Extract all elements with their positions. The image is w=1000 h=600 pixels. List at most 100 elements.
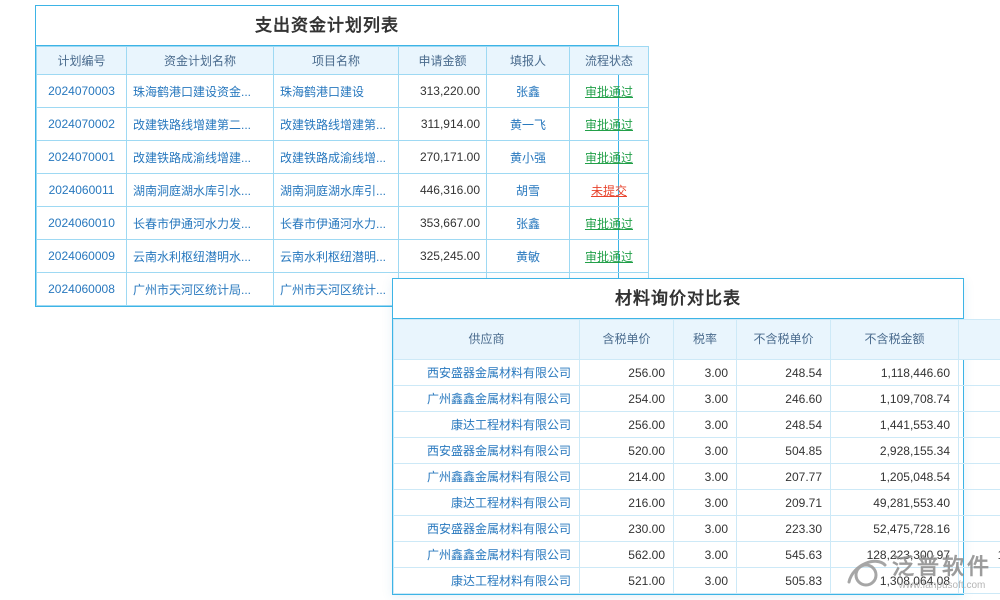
quote-row-cell-rate: 3.00 — [674, 490, 737, 516]
expense-row-cell-person[interactable]: 黄小强 — [487, 141, 570, 174]
quote-row-cell-rate: 3.00 — [674, 516, 737, 542]
expense-row-cell-id[interactable]: 2024060011 — [37, 174, 127, 207]
material-quote-panel: 材料询价对比表 供应商含税单价税率不含税单价不含税金额含税金额 西安盛器金属材料… — [392, 278, 964, 595]
quote-row-cell-price_tax: 230.00 — [580, 516, 674, 542]
quote-row-cell-supplier[interactable]: 西安盛器金属材料有限公司 — [394, 438, 580, 464]
expense-row-cell-status[interactable]: 审批通过 — [570, 141, 649, 174]
quote-col-header-4: 不含税金额 — [831, 320, 959, 360]
expense-row-cell-id[interactable]: 2024060010 — [37, 207, 127, 240]
expense-row-cell-status[interactable]: 审批通过 — [570, 240, 649, 273]
quote-row-cell-amount_tax: 3,016,000.00 — [959, 438, 1000, 464]
quote-row: 西安盛器金属材料有限公司520.003.00504.852,928,155.34… — [394, 438, 1000, 464]
quote-row-cell-rate: 3.00 — [674, 360, 737, 386]
quote-row-cell-rate: 3.00 — [674, 542, 737, 568]
quote-row-cell-price_notax: 209.71 — [737, 490, 831, 516]
expense-col-header-2: 项目名称 — [274, 47, 399, 75]
quote-row-cell-price_tax: 256.00 — [580, 412, 674, 438]
quote-col-header-2: 税率 — [674, 320, 737, 360]
quote-row-cell-price_tax: 520.00 — [580, 438, 674, 464]
expense-row-cell-person[interactable]: 胡雪 — [487, 174, 570, 207]
quote-row: 广州鑫鑫金属材料有限公司562.003.00545.63128,223,300.… — [394, 542, 1000, 568]
expense-row-cell-amount: 446,316.00 — [399, 174, 487, 207]
quote-row-cell-price_notax: 545.63 — [737, 542, 831, 568]
quote-row-cell-amount_notax: 1,441,553.40 — [831, 412, 959, 438]
quote-row-cell-supplier[interactable]: 西安盛器金属材料有限公司 — [394, 516, 580, 542]
quote-row: 康达工程材料有限公司521.003.00505.831,308,064.081,… — [394, 568, 1000, 594]
quote-row-cell-price_notax: 248.54 — [737, 360, 831, 386]
expense-row-cell-amount: 311,914.00 — [399, 108, 487, 141]
expense-row-cell-project[interactable]: 改建铁路成渝线增... — [274, 141, 399, 174]
quote-row-cell-price_tax: 214.00 — [580, 464, 674, 490]
expense-row: 2024060011湖南洞庭湖水库引水...湖南洞庭湖水库引...446,316… — [37, 174, 649, 207]
quote-row-cell-supplier[interactable]: 广州鑫鑫金属材料有限公司 — [394, 464, 580, 490]
quote-row-cell-rate: 3.00 — [674, 412, 737, 438]
quote-row-cell-amount_tax: 1,143,000.00 — [959, 386, 1000, 412]
quote-col-header-3: 不含税单价 — [737, 320, 831, 360]
expense-row-cell-plan[interactable]: 广州市天河区统计局... — [127, 273, 274, 306]
quote-row-cell-price_notax: 248.54 — [737, 412, 831, 438]
expense-row-cell-person[interactable]: 张鑫 — [487, 75, 570, 108]
expense-row-cell-plan[interactable]: 云南水利枢纽潜明水... — [127, 240, 274, 273]
quote-row-cell-supplier[interactable]: 广州鑫鑫金属材料有限公司 — [394, 386, 580, 412]
expense-row-cell-project[interactable]: 云南水利枢纽潜明... — [274, 240, 399, 273]
expense-row-cell-id[interactable]: 2024060008 — [37, 273, 127, 306]
quote-row-cell-price_notax: 223.30 — [737, 516, 831, 542]
quote-row-cell-rate: 3.00 — [674, 568, 737, 594]
expense-row: 2024070001改建铁路成渝线增建...改建铁路成渝线增...270,171… — [37, 141, 649, 174]
expense-row-cell-id[interactable]: 2024070001 — [37, 141, 127, 174]
expense-row-cell-person[interactable]: 张鑫 — [487, 207, 570, 240]
expense-row-cell-status[interactable]: 审批通过 — [570, 108, 649, 141]
expense-col-header-5: 流程状态 — [570, 47, 649, 75]
expense-row-cell-amount: 353,667.00 — [399, 207, 487, 240]
quote-row-cell-price_notax: 246.60 — [737, 386, 831, 412]
expense-row-cell-id[interactable]: 2024060009 — [37, 240, 127, 273]
expense-row-cell-plan[interactable]: 珠海鹤港口建设资金... — [127, 75, 274, 108]
quote-row-cell-supplier[interactable]: 康达工程材料有限公司 — [394, 568, 580, 594]
quote-row-cell-price_notax: 505.83 — [737, 568, 831, 594]
expense-row-cell-person[interactable]: 黄一飞 — [487, 108, 570, 141]
quote-row: 康达工程材料有限公司216.003.00209.7149,281,553.405… — [394, 490, 1000, 516]
expense-row-cell-project[interactable]: 珠海鹤港口建设 — [274, 75, 399, 108]
quote-row-cell-supplier[interactable]: 康达工程材料有限公司 — [394, 412, 580, 438]
quote-row-cell-supplier[interactable]: 西安盛器金属材料有限公司 — [394, 360, 580, 386]
expense-col-header-0: 计划编号 — [37, 47, 127, 75]
quote-row-cell-amount_tax: 1,484,800.00 — [959, 412, 1000, 438]
quote-row-cell-amount_notax: 1,308,064.08 — [831, 568, 959, 594]
quote-row-cell-price_notax: 504.85 — [737, 438, 831, 464]
quote-col-header-1: 含税单价 — [580, 320, 674, 360]
quote-row: 广州鑫鑫金属材料有限公司254.003.00246.601,109,708.74… — [394, 386, 1000, 412]
quote-row: 广州鑫鑫金属材料有限公司214.003.00207.771,205,048.54… — [394, 464, 1000, 490]
expense-col-header-1: 资金计划名称 — [127, 47, 274, 75]
quote-col-header-0: 供应商 — [394, 320, 580, 360]
expense-row-cell-status[interactable]: 审批通过 — [570, 207, 649, 240]
expense-row-cell-person[interactable]: 黄敏 — [487, 240, 570, 273]
quote-row-cell-rate: 3.00 — [674, 386, 737, 412]
expense-row-cell-plan[interactable]: 改建铁路线增建第二... — [127, 108, 274, 141]
quote-row-cell-supplier[interactable]: 康达工程材料有限公司 — [394, 490, 580, 516]
quote-row-cell-amount_tax: 1,152,000.00 — [959, 360, 1000, 386]
expense-row-cell-amount: 313,220.00 — [399, 75, 487, 108]
quote-row-cell-supplier[interactable]: 广州鑫鑫金属材料有限公司 — [394, 542, 580, 568]
quote-row-cell-amount_notax: 49,281,553.40 — [831, 490, 959, 516]
quote-row-cell-price_tax: 521.00 — [580, 568, 674, 594]
expense-row-cell-status[interactable]: 审批通过 — [570, 75, 649, 108]
expense-row-cell-project[interactable]: 改建铁路线增建第... — [274, 108, 399, 141]
expense-row-cell-id[interactable]: 2024070002 — [37, 108, 127, 141]
expense-row-cell-plan[interactable]: 改建铁路成渝线增建... — [127, 141, 274, 174]
expense-row-cell-project[interactable]: 广州市天河区统计... — [274, 273, 399, 306]
expense-row-cell-project[interactable]: 湖南洞庭湖水库引... — [274, 174, 399, 207]
expense-row-cell-status[interactable]: 未提交 — [570, 174, 649, 207]
expense-plan-title: 支出资金计划列表 — [36, 6, 618, 46]
expense-col-header-3: 申请金额 — [399, 47, 487, 75]
expense-row-cell-plan[interactable]: 长春市伊通河水力发... — [127, 207, 274, 240]
expense-row-cell-amount: 270,171.00 — [399, 141, 487, 174]
quote-row-cell-rate: 3.00 — [674, 464, 737, 490]
quote-row: 西安盛器金属材料有限公司230.003.00223.3052,475,728.1… — [394, 516, 1000, 542]
quote-row-cell-rate: 3.00 — [674, 438, 737, 464]
expense-row-cell-plan[interactable]: 湖南洞庭湖水库引水... — [127, 174, 274, 207]
quote-row-cell-amount_notax: 1,118,446.60 — [831, 360, 959, 386]
expense-header-row: 计划编号资金计划名称项目名称申请金额填报人流程状态 — [37, 47, 649, 75]
expense-row-cell-id[interactable]: 2024070003 — [37, 75, 127, 108]
quote-col-header-5: 含税金额 — [959, 320, 1000, 360]
expense-row-cell-project[interactable]: 长春市伊通河水力... — [274, 207, 399, 240]
